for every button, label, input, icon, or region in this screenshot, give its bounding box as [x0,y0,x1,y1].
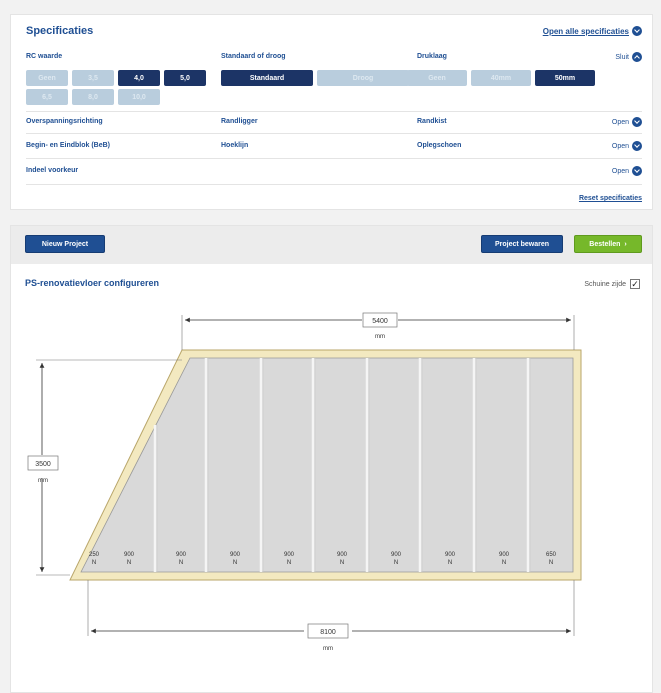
panel-value: 900 [176,552,187,558]
panel-unit: N [502,560,506,566]
top-dimension: 5400 mm [181,312,575,350]
panel-value: 900 [337,552,348,558]
panel-unit: N [448,560,452,566]
panel-value: 650 [546,552,557,558]
bottom-dimension-unit: mm [323,646,333,652]
panel-unit: N [394,560,398,566]
left-dimension-unit: mm [38,478,48,484]
panel-unit: N [127,560,131,566]
panel-value: 250 [89,552,100,558]
panel-value: 900 [124,552,135,558]
bottom-dimension-value: 8100 [320,629,336,636]
left-dimension-value: 3500 [35,461,51,468]
top-dimension-unit: mm [375,334,385,340]
panel-unit: N [233,560,237,566]
bottom-dimension: 8100 mm [87,580,575,652]
panel-value: 900 [445,552,456,558]
floor-drawing: 250 900 900 900 900 900 900 900 900 650 … [27,312,582,652]
panel-value: 900 [284,552,295,558]
panel-unit: N [179,560,183,566]
panel-unit: N [287,560,291,566]
top-dimension-value: 5400 [372,318,388,325]
panel-unit: N [340,560,344,566]
panel-value: 900 [499,552,510,558]
panel-unit: N [549,560,553,566]
panel-unit: N [92,560,96,566]
panel-value: 900 [230,552,241,558]
panel-value: 900 [391,552,402,558]
